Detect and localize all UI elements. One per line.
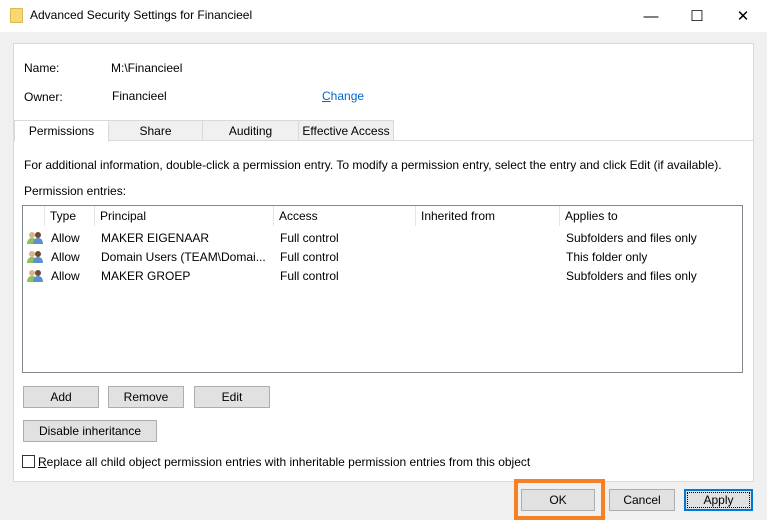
tab-permissions[interactable]: Permissions	[14, 120, 109, 142]
edit-button[interactable]: Edit	[194, 386, 270, 408]
replace-child-permissions-label[interactable]: Replace all child object permission entr…	[38, 455, 530, 469]
tab-auditing[interactable]: Auditing	[202, 120, 299, 141]
permission-entry-row[interactable]: Allow MAKER GROEP Full control Subfolders a…	[23, 266, 742, 285]
folder-icon	[10, 8, 23, 23]
maximize-button[interactable]: ☐	[674, 0, 720, 32]
name-label: Name:	[24, 61, 60, 75]
disable-inheritance-button[interactable]: Disable inheritance	[23, 420, 157, 442]
apply-button[interactable]: Apply	[684, 489, 753, 511]
cell-access: Full control	[280, 249, 339, 264]
cell-applies: Subfolders and files only	[566, 268, 697, 283]
tab-effective-access[interactable]: Effective Access	[298, 120, 394, 141]
column-header-icon	[23, 206, 45, 226]
cell-type: Allow	[51, 249, 80, 264]
owner-label: Owner:	[24, 90, 63, 104]
replace-child-permissions-checkbox[interactable]	[22, 455, 35, 468]
permission-entry-row[interactable]: Allow Domain Users (TEAM\Domai... Full con…	[23, 247, 742, 266]
ok-button-highlight	[514, 479, 605, 520]
tab-share[interactable]: Share	[108, 120, 203, 141]
add-button[interactable]: Add	[23, 386, 99, 408]
column-header-inherited-from[interactable]: Inherited from	[416, 206, 560, 226]
column-header-principal[interactable]: Principal	[95, 206, 274, 226]
permissions-description: For additional information, double-click…	[24, 158, 722, 172]
cell-type: Allow	[51, 268, 80, 283]
cell-access: Full control	[280, 268, 339, 283]
column-header-applies-to[interactable]: Applies to	[560, 206, 742, 226]
name-value: M:\Financieel	[111, 61, 183, 75]
window-title: Advanced Security Settings for Financiee…	[30, 8, 253, 22]
cell-inherited	[416, 228, 560, 247]
users-icon	[27, 270, 43, 282]
cell-applies: Subfolders and files only	[566, 230, 697, 245]
column-header-type[interactable]: Type	[45, 206, 95, 226]
cell-type: Allow	[51, 230, 80, 245]
permission-entries-list[interactable]: Type Principal Access Inherited from App…	[22, 205, 743, 373]
cell-principal: MAKER GROEP	[101, 268, 191, 283]
cell-access: Full control	[280, 230, 339, 245]
tab-divider	[14, 140, 753, 141]
title-bar: Advanced Security Settings for Financiee…	[0, 0, 767, 32]
column-header-access[interactable]: Access	[274, 206, 416, 226]
users-icon	[27, 232, 43, 244]
cell-principal: MAKER EIGENAAR	[101, 230, 210, 245]
users-icon	[27, 251, 43, 263]
cancel-button[interactable]: Cancel	[609, 489, 675, 511]
minimize-button[interactable]: —	[628, 0, 674, 32]
cell-inherited	[416, 247, 560, 266]
cell-inherited	[416, 266, 560, 285]
change-owner-link[interactable]: Change	[322, 89, 364, 103]
remove-button[interactable]: Remove	[108, 386, 184, 408]
permission-entry-row[interactable]: Allow MAKER EIGENAAR Full control Subfolder…	[23, 228, 742, 247]
permission-entries-label: Permission entries:	[24, 184, 127, 198]
close-button[interactable]: ✕	[720, 0, 766, 32]
cell-principal: Domain Users (TEAM\Domai...	[101, 249, 266, 264]
cell-applies: This folder only	[566, 249, 648, 264]
owner-value: Financieel	[112, 89, 167, 103]
